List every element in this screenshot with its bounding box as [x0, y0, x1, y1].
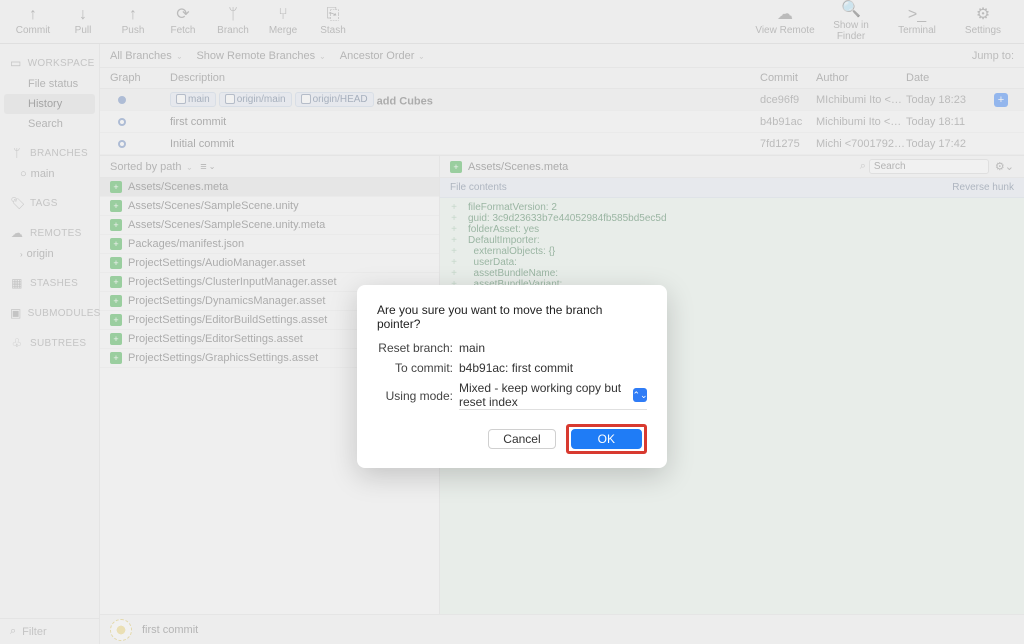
mode-label: Using mode:: [377, 389, 459, 403]
modal-title: Are you sure you want to move the branch…: [377, 303, 647, 331]
reset-branch-label: Reset branch:: [377, 341, 459, 355]
ok-button[interactable]: OK: [571, 429, 642, 449]
reset-branch-modal: Are you sure you want to move the branch…: [357, 285, 667, 468]
to-commit-label: To commit:: [377, 361, 459, 375]
mode-select[interactable]: Mixed - keep working copy but reset inde…: [459, 381, 629, 409]
reset-branch-value: main: [459, 341, 647, 355]
ok-button-highlight: OK: [566, 424, 647, 454]
select-caret-icon[interactable]: ⌃⌄: [633, 388, 647, 402]
app-window: ↑Commit↓Pull↑Push⟳FetchᛘBranch⑂Merge⎘Sta…: [0, 0, 1024, 644]
cancel-button[interactable]: Cancel: [488, 429, 555, 449]
to-commit-value: b4b91ac: first commit: [459, 361, 647, 375]
